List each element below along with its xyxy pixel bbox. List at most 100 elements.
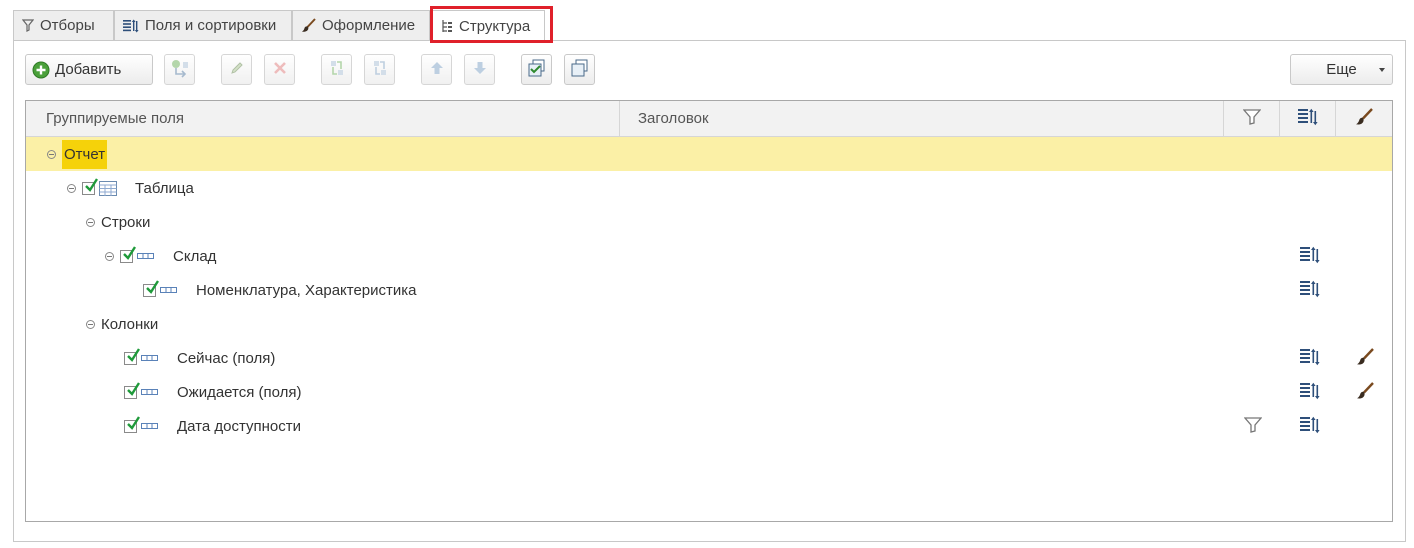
arrow-down-icon bbox=[472, 60, 488, 80]
tree-node: Строки bbox=[86, 205, 150, 239]
brush-icon[interactable] bbox=[1356, 382, 1374, 400]
tab-filters[interactable]: Отборы bbox=[13, 10, 114, 40]
pencil-icon bbox=[229, 60, 245, 80]
checkbox[interactable] bbox=[124, 415, 140, 433]
group-button[interactable] bbox=[321, 54, 352, 85]
grid-header: Группируемые поля Заголовок bbox=[26, 101, 1392, 137]
add-grouping-icon bbox=[170, 58, 190, 82]
column-header-filter[interactable] bbox=[1224, 101, 1280, 136]
more-button[interactable]: Еще bbox=[1290, 54, 1393, 85]
tab-label: Структура bbox=[459, 17, 531, 35]
arrow-up-icon bbox=[429, 60, 445, 80]
row-label: Отчет bbox=[62, 139, 108, 169]
tree-row-warehouse[interactable]: Склад bbox=[26, 239, 1392, 273]
checkbox[interactable] bbox=[124, 381, 140, 399]
checkbox[interactable] bbox=[82, 177, 98, 195]
filter-icon bbox=[22, 19, 34, 32]
uncheck-all-button[interactable] bbox=[564, 54, 595, 85]
add-grouping-button[interactable] bbox=[164, 54, 195, 85]
row-label: Дата доступности bbox=[177, 417, 302, 435]
checkbox[interactable] bbox=[143, 279, 159, 297]
tree-row-now[interactable]: Сейчас (поля) bbox=[26, 341, 1392, 375]
delete-icon bbox=[273, 61, 287, 79]
brush-icon bbox=[301, 18, 316, 33]
tree-node: Сейчас (поля) bbox=[124, 341, 275, 375]
row-label: Склад bbox=[173, 247, 217, 265]
tree-row-rows[interactable]: Строки bbox=[26, 205, 1392, 239]
add-button-label: Добавить bbox=[55, 61, 122, 78]
tab-fields-sort[interactable]: Поля и сортировки bbox=[114, 10, 292, 40]
filter-icon bbox=[1242, 108, 1261, 129]
fields-sort-icon[interactable] bbox=[1300, 246, 1320, 264]
fields-sort-icon[interactable] bbox=[1300, 348, 1320, 366]
check-all-icon bbox=[527, 58, 547, 82]
collapse-icon[interactable] bbox=[67, 183, 76, 193]
structure-tree-grid: Группируемые поля Заголовок Отчет Таблиц… bbox=[25, 100, 1393, 522]
fields-sort-icon[interactable] bbox=[1300, 382, 1320, 400]
chevron-down-icon bbox=[1379, 68, 1385, 72]
fields-sort-icon bbox=[1297, 108, 1318, 130]
grouping-icon bbox=[160, 287, 177, 293]
tree-node: Таблица bbox=[67, 171, 194, 205]
tab-appearance[interactable]: Оформление bbox=[292, 10, 430, 40]
add-button[interactable]: Добавить bbox=[25, 54, 153, 85]
row-label: Колонки bbox=[101, 315, 159, 333]
collapse-icon[interactable] bbox=[105, 251, 114, 261]
brush-icon bbox=[1355, 107, 1373, 130]
column-header-label: Заголовок bbox=[638, 110, 709, 127]
tree-node: Номенклатура, Характеристика bbox=[143, 273, 417, 307]
plus-icon bbox=[32, 61, 50, 79]
column-header-grouped-fields[interactable]: Группируемые поля bbox=[26, 101, 620, 136]
collapse-icon[interactable] bbox=[47, 149, 56, 159]
tree-node: Колонки bbox=[86, 307, 158, 341]
tab-label: Поля и сортировки bbox=[145, 17, 277, 34]
delete-button[interactable] bbox=[264, 54, 295, 85]
grouping-icon bbox=[141, 389, 158, 395]
tab-structure[interactable]: Структура bbox=[432, 10, 545, 41]
group-icon bbox=[327, 58, 347, 82]
table-icon bbox=[99, 180, 117, 196]
check-all-button[interactable] bbox=[521, 54, 552, 85]
more-button-label: Еще bbox=[1326, 61, 1357, 78]
checkbox[interactable] bbox=[120, 245, 136, 263]
row-label: Номенклатура, Характеристика bbox=[196, 281, 417, 299]
collapse-icon[interactable] bbox=[86, 319, 95, 329]
ungroup-icon bbox=[370, 58, 390, 82]
column-header-title[interactable]: Заголовок bbox=[620, 101, 1224, 136]
row-label: Строки bbox=[101, 213, 151, 231]
tree-node: Ожидается (поля) bbox=[124, 375, 302, 409]
row-label: Сейчас (поля) bbox=[177, 349, 276, 367]
row-label: Ожидается (поля) bbox=[177, 383, 302, 401]
checkbox[interactable] bbox=[124, 347, 140, 365]
edit-button[interactable] bbox=[221, 54, 252, 85]
brush-icon[interactable] bbox=[1356, 348, 1374, 366]
filter-icon[interactable] bbox=[1244, 417, 1262, 433]
column-header-fields[interactable] bbox=[1280, 101, 1336, 136]
grouping-icon bbox=[141, 355, 158, 361]
column-header-label: Группируемые поля bbox=[46, 110, 185, 127]
tree-row-table[interactable]: Таблица bbox=[26, 171, 1392, 205]
tab-label: Оформление bbox=[322, 17, 416, 34]
tree-row-availability-date[interactable]: Дата доступности bbox=[26, 409, 1392, 443]
tree-node: Отчет bbox=[47, 137, 108, 171]
column-header-appearance[interactable] bbox=[1336, 101, 1392, 136]
collapse-icon[interactable] bbox=[86, 217, 95, 227]
ungroup-button[interactable] bbox=[364, 54, 395, 85]
move-down-button[interactable] bbox=[464, 54, 495, 85]
tab-label: Отборы bbox=[40, 17, 95, 34]
tree-row-expected[interactable]: Ожидается (поля) bbox=[26, 375, 1392, 409]
tree-row-columns[interactable]: Колонки bbox=[26, 307, 1392, 341]
tree-row-nomenclature[interactable]: Номенклатура, Характеристика bbox=[26, 273, 1392, 307]
move-up-button[interactable] bbox=[421, 54, 452, 85]
tree-node: Дата доступности bbox=[124, 409, 301, 443]
fields-sort-icon bbox=[123, 19, 139, 33]
tree-row-report[interactable]: Отчет bbox=[26, 137, 1392, 171]
fields-sort-icon[interactable] bbox=[1300, 416, 1320, 434]
grouping-icon bbox=[141, 423, 158, 429]
uncheck-all-icon bbox=[570, 58, 590, 82]
fields-sort-icon[interactable] bbox=[1300, 280, 1320, 298]
structure-icon bbox=[441, 19, 453, 33]
grouping-icon bbox=[137, 253, 154, 259]
row-label: Таблица bbox=[135, 179, 194, 197]
tree-node: Склад bbox=[105, 239, 216, 273]
